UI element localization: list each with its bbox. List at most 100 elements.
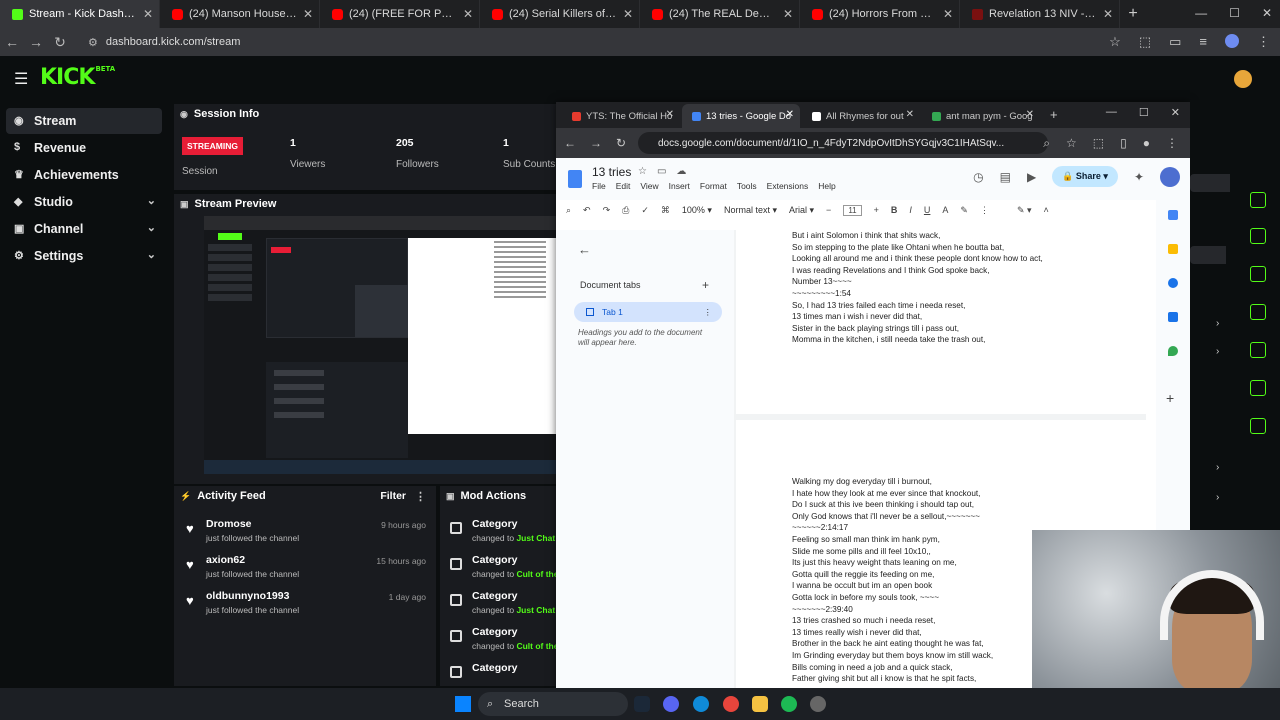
mod-action-item[interactable]: Category changed to Cult of the [448, 554, 556, 586]
maximize-icon[interactable]: ☐ [1229, 6, 1240, 20]
cloud-status-icon[interactable]: ☁ [676, 166, 686, 177]
add-tab-icon[interactable]: + [702, 278, 709, 292]
rail-arrow-icon-2[interactable]: › [1216, 346, 1219, 357]
menu-kebab-icon[interactable]: ⋮ [1257, 34, 1270, 50]
sidebar-item-settings[interactable]: ⚙ Settings ⌄ [6, 243, 162, 269]
version-history-icon[interactable]: ◷ [973, 170, 983, 184]
minimize-icon[interactable]: — [1195, 6, 1207, 20]
rail-chip[interactable] [1190, 174, 1230, 192]
discord-icon[interactable] [663, 696, 679, 712]
mod-action-item[interactable]: Category changed to Just Chat [448, 590, 556, 622]
lyric-line[interactable]: But i aint Solomon i think that shits wa… [792, 230, 1043, 242]
lyric-line[interactable]: Sister in the back playing strings till … [792, 323, 1043, 335]
docs-tab-close-icon[interactable]: ✕ [786, 109, 794, 120]
lyric-line[interactable]: Bills coming in need a job and a quick s… [792, 662, 993, 674]
bold-icon[interactable]: B [891, 205, 898, 215]
paint-format-icon[interactable]: ⌘ [661, 205, 670, 216]
lyric-line[interactable]: Father giving shit but all i know is tha… [792, 673, 993, 685]
feed-username[interactable]: oldbunnyno1993 [206, 590, 289, 602]
calendar-icon[interactable] [1168, 210, 1178, 220]
mod-action-item[interactable]: Category [448, 662, 556, 686]
print-icon[interactable]: ⎙ [622, 205, 629, 216]
rail-tool-icon-6[interactable] [1250, 380, 1266, 396]
close-icon[interactable]: ✕ [1262, 6, 1272, 20]
tab-close-icon[interactable]: ✕ [943, 7, 953, 21]
lyric-line[interactable]: 13 times man i wish i never did that, [792, 311, 1043, 323]
lyric-line[interactable]: Only God knows that i'll never be a sell… [792, 511, 993, 523]
gemini-icon[interactable]: ✦ [1134, 170, 1144, 184]
rail-chip[interactable] [1190, 246, 1226, 264]
lyric-line[interactable]: Gotta quill the reggie its feeding on me… [792, 569, 993, 581]
new-tab-button[interactable]: + [1120, 0, 1146, 28]
docs-tab-close-icon[interactable]: ✕ [1026, 109, 1034, 120]
feed-item[interactable]: ♥ axion62 just followed the channel 15 hour… [184, 554, 430, 588]
highlight-icon[interactable]: ✎ [960, 205, 968, 216]
profile-avatar[interactable] [1225, 34, 1239, 48]
rail-arrow-icon-3[interactable]: › [1216, 462, 1219, 473]
menu-help[interactable]: Help [818, 181, 835, 191]
browser-tab[interactable]: (24) Manson House, Medical Ex ✕ [160, 0, 320, 28]
chevron-down-icon[interactable]: ⌄ [147, 194, 156, 207]
lyric-line[interactable]: 13 times really wish i never did that, [792, 627, 993, 639]
feed-item[interactable]: ♥ Dromose just followed the channel 9 hours… [184, 518, 430, 552]
browser-tab[interactable]: (24) The REAL Demon Hierarch ✕ [640, 0, 800, 28]
docs-reload-icon[interactable]: ↻ [616, 136, 626, 150]
url-field[interactable]: ⚙ dashboard.kick.com/stream [80, 31, 1090, 53]
sidebar-item-studio[interactable]: ◆ Studio ⌄ [6, 189, 162, 215]
reload-icon[interactable]: ↻ [48, 34, 72, 51]
menu-extensions[interactable]: Extensions [767, 181, 809, 191]
undo-icon[interactable]: ↶ [583, 205, 591, 216]
hamburger-menu-icon[interactable]: ☰ [14, 69, 28, 89]
docs-browser-tab[interactable]: 13 tries - Google Do ✕ [682, 104, 800, 128]
docs-user-avatar[interactable] [1160, 166, 1180, 187]
browser-tab[interactable]: Stream - Kick Dashboard ✕ [0, 0, 160, 28]
feed-item[interactable]: ♥ oldbunnyno1993 just followed the channel… [184, 590, 430, 624]
tab-close-icon[interactable]: ✕ [783, 7, 793, 21]
rail-tool-icon-1[interactable] [1250, 192, 1266, 208]
keep-icon[interactable] [1168, 244, 1178, 254]
menu-format[interactable]: Format [700, 181, 727, 191]
maps-icon[interactable] [1168, 346, 1178, 356]
lyric-line[interactable]: ~~~~~~~2:39:40 [792, 604, 993, 616]
kick-logo[interactable]: KICKBETA [40, 65, 115, 90]
lyric-line[interactable]: Brother in the back he aint eating thoug… [792, 638, 993, 650]
tasks-icon[interactable] [1168, 278, 1178, 288]
lyric-line[interactable]: I was reading Revelations and I think Go… [792, 265, 1043, 277]
extensions-icon[interactable]: ⬚ [1139, 34, 1151, 50]
browser-tab[interactable]: (24) (FREE FOR PROFIT) 90s Bo ✕ [320, 0, 480, 28]
steam-icon[interactable] [634, 696, 650, 712]
tab-options-icon[interactable]: ⋮ [704, 302, 713, 322]
rail-arrow-icon-1[interactable]: › [1216, 318, 1219, 329]
rail-tool-icon-5[interactable] [1250, 342, 1266, 358]
lyric-line[interactable]: I wanna be occult but im an open book [792, 580, 993, 592]
comments-icon[interactable]: ▤ [1000, 170, 1011, 184]
docs-new-tab-icon[interactable]: + [1050, 107, 1058, 122]
docs-zoom-icon[interactable]: ⌕ [1043, 136, 1050, 151]
rail-tool-icon-2[interactable] [1250, 228, 1266, 244]
mod-action-item[interactable]: Category changed to Cult of the [448, 626, 556, 658]
share-button[interactable]: 🔒 Share ▾ [1052, 166, 1118, 187]
rail-tool-icon-7[interactable] [1250, 418, 1266, 434]
docs-browser-tab[interactable]: All Rhymes for out ✕ [802, 104, 920, 128]
lyric-line[interactable]: Slide me some pills and ill feel 10x10,, [792, 546, 993, 558]
menu-file[interactable]: File [592, 181, 606, 191]
docs-sidepanel-icon[interactable]: ▯ [1120, 136, 1127, 151]
sidebar-item-channel[interactable]: ▣ Channel ⌄ [6, 216, 162, 242]
back-icon[interactable]: ← [0, 34, 24, 50]
rail-tool-icon-3[interactable] [1250, 266, 1266, 282]
rail-arrow-icon-4[interactable]: › [1216, 492, 1219, 503]
lyric-line[interactable]: I hate how they look at me ever since th… [792, 488, 993, 500]
document-page-1[interactable]: But i aint Solomon i think that shits wa… [736, 230, 1146, 414]
docs-browser-tab[interactable]: ant man pym - Goog ✕ [922, 104, 1040, 128]
lyric-line[interactable]: Number 13~~~~ [792, 276, 1043, 288]
outline-back-icon[interactable]: ← [578, 242, 591, 257]
lyric-line[interactable]: Gotta lock in before my souls took, ~~~~ [792, 592, 993, 604]
lyric-line[interactable]: Walking my dog everyday till i burnout, [792, 476, 993, 488]
zoom-select[interactable]: 100% ▾ [682, 205, 712, 216]
font-select[interactable]: Arial ▾ [789, 205, 814, 216]
lyric-line[interactable]: Im Grinding everyday but them boys know … [792, 650, 993, 662]
style-select[interactable]: Normal text ▾ [724, 205, 777, 216]
document-title[interactable]: 13 tries [592, 165, 631, 179]
contacts-icon[interactable] [1168, 312, 1178, 322]
docs-profile-icon[interactable]: ● [1143, 136, 1150, 151]
